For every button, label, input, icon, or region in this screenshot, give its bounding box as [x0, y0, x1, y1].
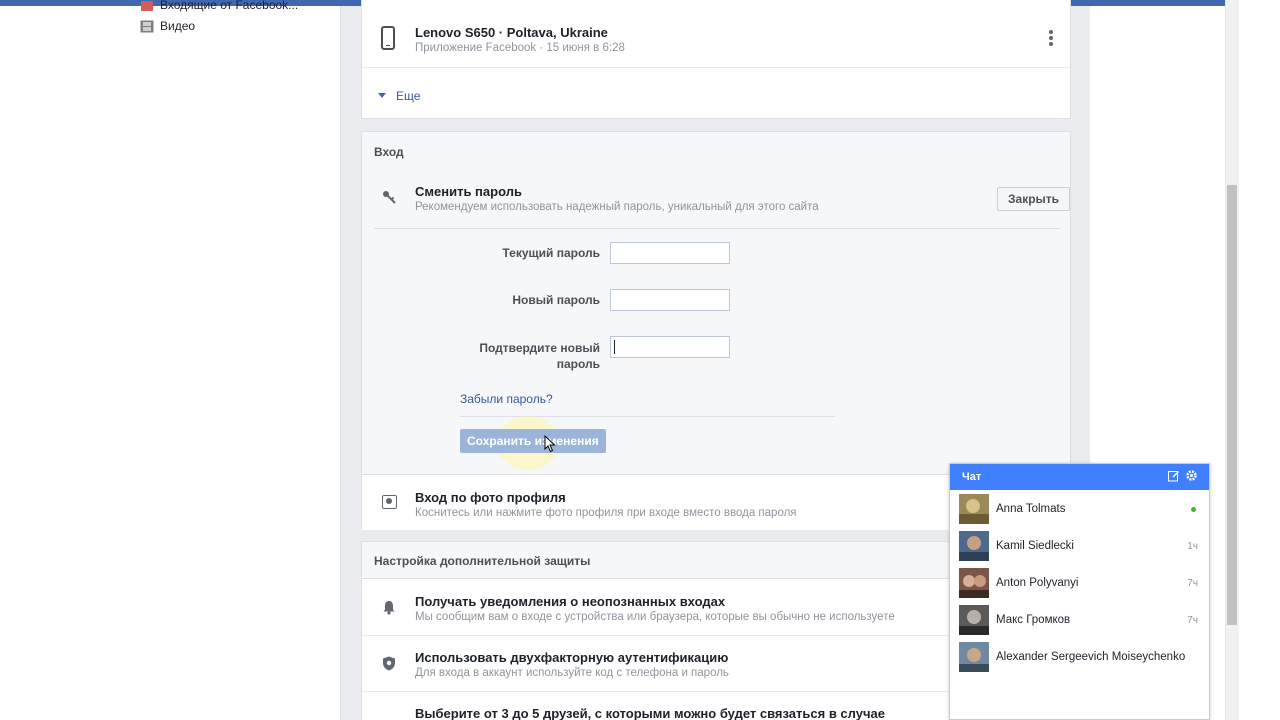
avatar [959, 494, 989, 524]
show-more-link[interactable]: Еще [396, 89, 420, 103]
bell-icon [383, 601, 395, 615]
security-row-title: Выберите от 3 до 5 друзей, с которыми мо… [415, 706, 885, 720]
column-divider [340, 6, 341, 720]
chat-panel: Чат Anna Tolmats Kamil Siedlecki 1ч Anto… [949, 463, 1210, 720]
avatar [959, 531, 989, 561]
more-row: Еще [362, 67, 1070, 117]
security-row-subtitle: Мы сообщим вам о входе с устройства или … [415, 611, 895, 623]
key-icon [383, 191, 396, 204]
chat-contact[interactable]: Alexander Sergeevich Moiseychenko [950, 639, 1209, 675]
nav-item-label: Видео [160, 19, 196, 33]
left-nav [40, 6, 340, 720]
confirm-password-input[interactable] [610, 336, 730, 358]
avatar [959, 568, 989, 598]
new-password-label: Новый пароль [512, 293, 600, 307]
security-row-title: Получать уведомления о неопознанных вход… [415, 594, 726, 609]
contact-name: Alexander Sergeevich Moiseychenko [996, 651, 1186, 663]
chat-header[interactable]: Чат [950, 464, 1209, 490]
device-title: Lenovo S650 · Poltava, Ukraine [415, 25, 608, 40]
current-password-input[interactable] [610, 242, 730, 264]
contact-name: Anna Tolmats [996, 503, 1066, 515]
chat-contact[interactable]: Anton Polyvanyi 7ч [950, 565, 1209, 601]
nav-item-label: Входящие от Facebook... [160, 0, 299, 12]
last-active-time: 1ч [1187, 541, 1198, 552]
avatar [959, 642, 989, 672]
security-row-subtitle: Для входа в аккаунт используйте код с те… [415, 667, 729, 679]
caret-down-icon [378, 93, 386, 98]
profile-photo-icon [382, 495, 397, 509]
nav-item-video[interactable]: Видео [140, 19, 195, 33]
shield-icon [383, 656, 395, 671]
forgot-password-link[interactable]: Забыли пароль? [460, 392, 553, 406]
change-password-title: Сменить пароль [415, 184, 522, 199]
mouse-cursor-icon [544, 435, 556, 453]
chat-contact[interactable]: Макс Громков 7ч [950, 602, 1209, 638]
online-status-icon [1191, 507, 1196, 512]
chat-title: Чат [962, 471, 982, 483]
change-password-subtitle: Рекомендуем использовать надежный пароль… [415, 201, 819, 213]
device-subtitle: Приложение Facebook · 15 июня в 6:28 [415, 42, 625, 54]
phone-icon [381, 26, 395, 50]
new-password-input[interactable] [610, 289, 730, 311]
nav-item-inbox[interactable]: Входящие от Facebook... [140, 0, 298, 12]
chat-contact[interactable]: Kamil Siedlecki 1ч [950, 528, 1209, 564]
compose-icon[interactable] [1168, 470, 1180, 482]
text-caret [614, 340, 615, 354]
divider [374, 228, 1060, 229]
scrollbar-thumb[interactable] [1227, 185, 1237, 625]
current-password-label: Текущий пароль [502, 246, 600, 260]
profile-photo-subtitle: Коснитесь или нажмите фото профиля при в… [415, 507, 797, 519]
gear-icon[interactable] [1185, 469, 1198, 482]
contact-name: Макс Громков [996, 614, 1071, 626]
film-icon [140, 20, 154, 32]
last-active-time: 7ч [1187, 578, 1198, 589]
more-options-icon[interactable] [1048, 30, 1054, 46]
chat-contact[interactable]: Anna Tolmats [950, 491, 1209, 527]
devices-card: Lenovo S650 · Poltava, Ukraine Приложени… [361, 0, 1071, 119]
profile-photo-title: Вход по фото профиля [415, 490, 566, 505]
contact-name: Anton Polyvanyi [996, 577, 1079, 589]
device-row: Lenovo S650 · Poltava, Ukraine Приложени… [362, 0, 1070, 67]
avatar [959, 605, 989, 635]
last-active-time: 7ч [1187, 615, 1198, 626]
confirm-password-label: Подтвердите новый пароль [479, 341, 600, 371]
contact-name: Kamil Siedlecki [996, 540, 1074, 552]
inbox-icon [141, 0, 153, 11]
section-title-login: Вход [374, 145, 404, 159]
save-changes-button[interactable]: Сохранить изменения [460, 429, 606, 453]
close-button[interactable]: Закрыть [997, 187, 1071, 211]
section-title-security: Настройка дополнительной защиты [374, 554, 591, 568]
security-row-title: Использовать двухфакторную аутентификаци… [415, 650, 729, 665]
